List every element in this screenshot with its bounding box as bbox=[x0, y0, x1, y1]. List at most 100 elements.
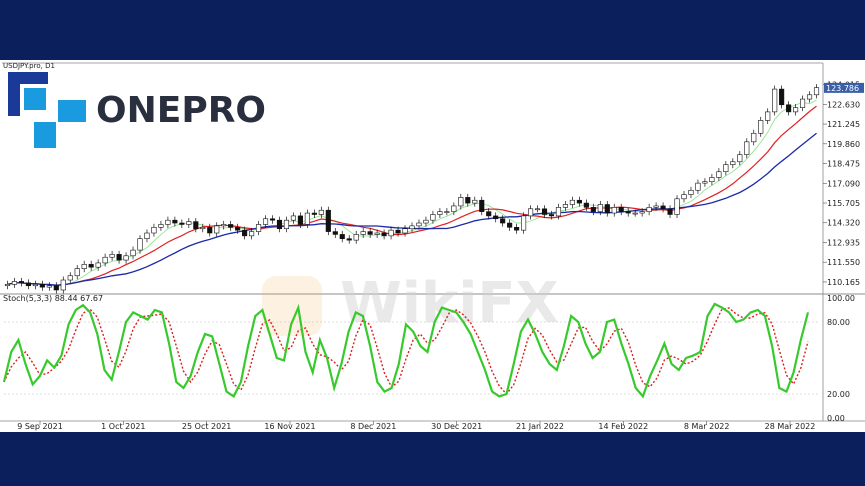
candle-body bbox=[479, 199, 485, 212]
candle-body bbox=[430, 214, 436, 221]
time-tick-label: 30 Dec 2021 bbox=[431, 422, 482, 431]
time-tick-label: 16 Nov 2021 bbox=[264, 422, 315, 431]
time-tick-label: 8 Dec 2021 bbox=[350, 422, 396, 431]
candle-body bbox=[618, 207, 624, 212]
time-tick-label: 9 Sep 2021 bbox=[17, 422, 63, 431]
candle-body bbox=[290, 215, 297, 221]
candle-body bbox=[667, 208, 673, 215]
candle-body bbox=[611, 207, 617, 214]
candle-body bbox=[46, 285, 52, 288]
candle-body bbox=[793, 107, 799, 113]
candle-body bbox=[109, 254, 115, 258]
price-tick-label: 111.550 bbox=[827, 258, 860, 267]
candle-body bbox=[144, 232, 150, 240]
candle-body bbox=[95, 262, 101, 268]
candle-body bbox=[576, 199, 582, 204]
candle-body bbox=[660, 205, 666, 210]
candle-body bbox=[716, 171, 722, 178]
candle-body bbox=[283, 219, 290, 230]
candle-body bbox=[534, 208, 541, 211]
price-tick-label: 117.090 bbox=[827, 179, 860, 188]
candle-body bbox=[186, 221, 192, 225]
candle-body bbox=[102, 256, 108, 264]
candle-body bbox=[402, 228, 408, 234]
candle-body bbox=[381, 232, 387, 237]
candle-body bbox=[458, 197, 464, 207]
candle-body bbox=[200, 227, 206, 230]
candle-body bbox=[583, 202, 589, 208]
stoch-label: Stoch(5,3,3) 88.44 67.67 bbox=[3, 294, 103, 303]
candle-body bbox=[262, 218, 269, 225]
candle-body bbox=[799, 98, 806, 108]
candle-body bbox=[88, 264, 94, 268]
candle-body bbox=[562, 204, 569, 208]
price-tick-label: 115.705 bbox=[827, 199, 860, 208]
stoch-tick-label: 0.00 bbox=[827, 414, 845, 423]
candle-body bbox=[632, 212, 638, 215]
candle-body bbox=[541, 208, 548, 215]
candle-body bbox=[604, 204, 610, 214]
ma-slow-line bbox=[7, 132, 817, 286]
price-tick-label: 110.165 bbox=[827, 278, 860, 287]
candle-body bbox=[179, 222, 185, 225]
candle-body bbox=[353, 234, 359, 241]
candle-body bbox=[590, 207, 596, 212]
candle-body bbox=[709, 177, 715, 183]
candle-body bbox=[507, 222, 513, 228]
price-tick-label: 122.630 bbox=[827, 100, 860, 109]
candle-body bbox=[555, 207, 562, 217]
watermark-badge bbox=[262, 276, 322, 336]
candle-body bbox=[772, 88, 778, 113]
candle-body bbox=[39, 284, 45, 288]
candle-body bbox=[311, 212, 317, 215]
candle-body bbox=[758, 120, 764, 134]
candle-body bbox=[744, 141, 750, 155]
candle-body bbox=[74, 268, 80, 277]
price-tick-label: 112.935 bbox=[827, 238, 860, 247]
candle-body bbox=[646, 207, 652, 212]
time-tick-label: 21 Jan 2022 bbox=[516, 422, 564, 431]
candle-body bbox=[165, 219, 171, 225]
candle-body bbox=[465, 197, 471, 204]
candle-body bbox=[81, 264, 87, 269]
candle-body bbox=[339, 234, 345, 240]
candle-body bbox=[723, 164, 729, 173]
candle-body bbox=[367, 231, 373, 235]
candle-body bbox=[472, 199, 478, 204]
candle-body bbox=[451, 205, 457, 212]
candle-body bbox=[123, 255, 129, 261]
stoch-tick-label: 100.00 bbox=[827, 294, 855, 303]
candle-body bbox=[249, 231, 255, 237]
candle-body bbox=[360, 231, 366, 235]
candle-body bbox=[486, 211, 492, 217]
time-tick-label: 1 Oct 2021 bbox=[101, 422, 145, 431]
candle-body bbox=[304, 212, 310, 225]
price-tick-label: 114.320 bbox=[827, 219, 860, 228]
candle-body bbox=[297, 215, 303, 225]
candle-body bbox=[255, 224, 262, 232]
candle-body bbox=[688, 189, 694, 195]
watermark-text: WikiFX bbox=[340, 271, 559, 336]
candle-body bbox=[527, 208, 534, 217]
time-tick-label: 14 Feb 2022 bbox=[598, 422, 648, 431]
candle-body bbox=[779, 88, 785, 106]
candle-body bbox=[765, 111, 771, 121]
candle-body bbox=[695, 182, 701, 191]
candle-body bbox=[416, 222, 422, 227]
candle-body bbox=[639, 211, 645, 214]
candle-body bbox=[207, 227, 213, 234]
candle-body bbox=[235, 227, 241, 231]
candle-body bbox=[276, 219, 283, 230]
time-tick-label: 28 Mar 2022 bbox=[765, 422, 816, 431]
candle-body bbox=[702, 181, 708, 184]
candle-body bbox=[25, 282, 31, 287]
candle-body bbox=[444, 211, 450, 213]
candle-body bbox=[730, 161, 736, 165]
candle-body bbox=[806, 94, 813, 100]
candle-body bbox=[493, 215, 499, 220]
candle-body bbox=[409, 225, 415, 230]
candle-body bbox=[388, 229, 394, 237]
stoch-tick-label: 20.00 bbox=[827, 390, 850, 399]
candle-body bbox=[786, 104, 792, 113]
candle-body bbox=[500, 218, 506, 224]
